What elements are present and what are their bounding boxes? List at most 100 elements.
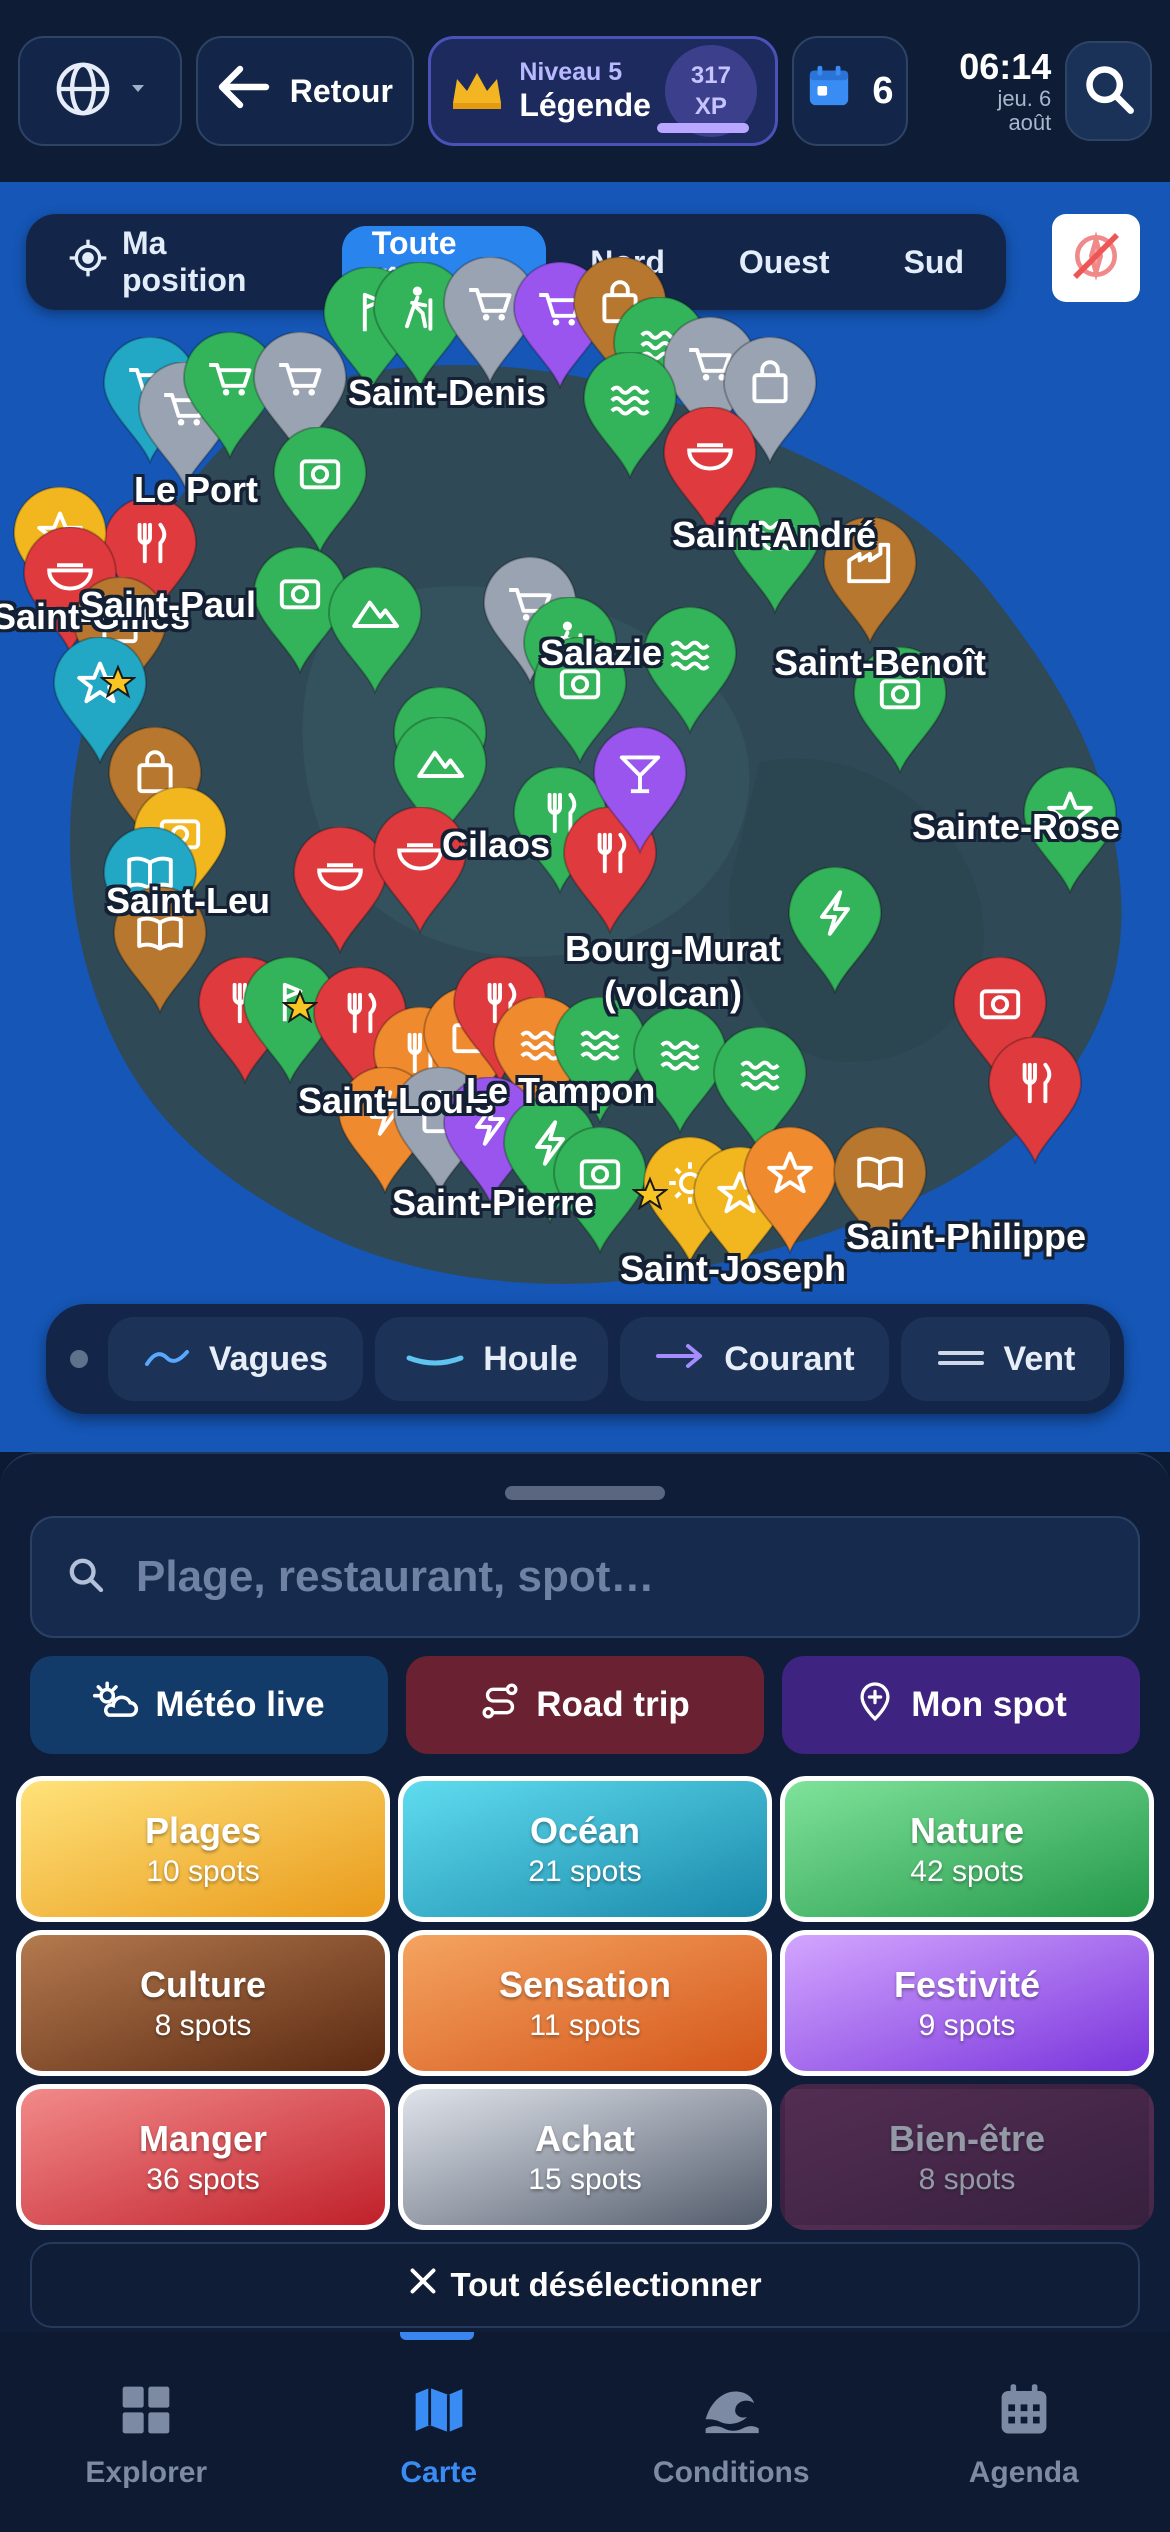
map-pin[interactable]: [785, 867, 885, 997]
city-label: Sainte-Rose: [912, 806, 1121, 847]
compass-off-button[interactable]: [1052, 214, 1140, 302]
action-label: Mon spot: [911, 1685, 1067, 1724]
route-icon: [480, 1681, 520, 1730]
app-root: Retour Niveau 5 Légende 317 XP 6 06:14 j…: [0, 0, 1170, 2532]
search-input[interactable]: [136, 1552, 1104, 1602]
category-count: 11 spots: [529, 2008, 641, 2042]
category-name: Sensation: [498, 1963, 672, 2005]
category-name: Nature: [909, 1809, 1025, 1851]
category-culture[interactable]: Culture 8 spots: [16, 1930, 390, 2076]
map-pin[interactable]: [325, 567, 425, 697]
layer-vent-toggle[interactable]: Vent: [900, 1317, 1110, 1401]
action-label: Météo live: [155, 1685, 325, 1724]
layer-vagues-toggle[interactable]: Vagues: [107, 1317, 363, 1401]
category-nature[interactable]: Nature 42 spots: [780, 1776, 1154, 1922]
xp-value: 317: [690, 61, 731, 89]
active-tab-indicator: [400, 2332, 474, 2340]
chevron-down-icon: [130, 82, 146, 100]
quick-actions: Météo live Road trip Mon spot: [30, 1656, 1140, 1754]
tab-label: Conditions: [652, 2456, 810, 2489]
city-label: Saint-André: [672, 514, 877, 555]
bottom-nav: Explorer Carte Conditions Agenda: [0, 2332, 1170, 2532]
xp-unit: XP: [694, 93, 727, 120]
compass-off-icon: [1068, 228, 1124, 289]
wind-icon: [936, 1340, 986, 1379]
search-icon: [1083, 63, 1135, 120]
category-name: Achat: [534, 2117, 636, 2159]
back-button[interactable]: Retour: [196, 36, 415, 146]
level-label: Niveau 5: [519, 58, 623, 87]
city-label: Saint-Pierre: [392, 1182, 595, 1223]
chip-sud[interactable]: Sud: [874, 226, 994, 298]
tab-agenda[interactable]: Agenda: [878, 2382, 1170, 2490]
chip-ma-position[interactable]: Ma position: [38, 225, 328, 298]
wave-icon: [701, 2382, 761, 2446]
deselect-label: Tout désélectionner: [450, 2266, 762, 2303]
map-pin[interactable]: [590, 727, 690, 857]
map-pin[interactable]: [270, 427, 370, 557]
category-name: Plages: [144, 1809, 262, 1851]
category-name: Bien-être: [888, 2117, 1046, 2159]
layer-indicator-dot: [70, 1350, 88, 1368]
city-label: Saint-Leu: [106, 880, 271, 921]
category-festivite[interactable]: Festivité 9 spots: [780, 1930, 1154, 2076]
category-count: 8 spots: [918, 2162, 1016, 2196]
calendar-button[interactable]: 6: [791, 36, 908, 146]
level-title: Légende: [519, 86, 651, 123]
tab-label: Explorer: [85, 2456, 208, 2489]
calendar-icon: [997, 2382, 1051, 2446]
pin-plus-icon: [855, 1680, 895, 1731]
search-icon: [66, 1555, 106, 1600]
deselect-all-button[interactable]: Tout désélectionner: [30, 2242, 1140, 2328]
layer-houle-toggle[interactable]: Houle: [374, 1317, 608, 1401]
road-trip-button[interactable]: Road trip: [406, 1656, 764, 1754]
category-achat[interactable]: Achat 15 spots: [398, 2084, 772, 2230]
chip-ouest[interactable]: Ouest: [709, 226, 860, 298]
weather-icon: [93, 1681, 139, 1730]
close-icon: [408, 2266, 438, 2304]
category-plages[interactable]: Plages 10 spots: [16, 1776, 390, 1922]
category-name: Culture: [140, 1963, 266, 2005]
top-bar: Retour Niveau 5 Légende 317 XP 6 06:14 j…: [0, 0, 1170, 182]
arrow-left-icon: [218, 64, 270, 118]
layer-courant-toggle[interactable]: Courant: [619, 1317, 889, 1401]
search-bar: [30, 1516, 1140, 1638]
tab-conditions[interactable]: Conditions: [585, 2382, 878, 2490]
city-label: Le Tampon: [466, 1070, 656, 1111]
category-sensation[interactable]: Sensation 11 spots: [398, 1930, 772, 2076]
locate-icon: [68, 238, 108, 286]
back-label: Retour: [289, 72, 393, 109]
city-label: Bourg-Murat (volcan): [565, 928, 781, 1014]
category-count: 9 spots: [918, 2008, 1016, 2042]
chip-label: Ma position: [122, 225, 247, 298]
level-badge[interactable]: Niveau 5 Légende 317 XP: [428, 36, 778, 146]
clock: 06:14 jeu. 6 août: [922, 47, 1051, 135]
city-label: Salazie: [540, 632, 663, 673]
clock-date: jeu. 6: [997, 85, 1052, 111]
chip-label: Ouest: [738, 243, 830, 280]
tab-explorer[interactable]: Explorer: [0, 2382, 293, 2490]
map-view[interactable]: Ma position Toute l'île Nord Ouest Sud S…: [0, 182, 1170, 1452]
map-pin[interactable]: [985, 1037, 1085, 1167]
meteo-live-button[interactable]: Météo live: [30, 1656, 388, 1754]
map-pin[interactable]: [740, 1127, 840, 1257]
map-icon: [411, 2382, 467, 2446]
tab-carte[interactable]: Carte: [293, 2382, 586, 2490]
search-button[interactable]: [1065, 41, 1153, 141]
calendar-icon: [806, 63, 852, 119]
sheet-drag-handle[interactable]: [505, 1486, 665, 1500]
tab-label: Carte: [400, 2456, 478, 2489]
layer-label: Houle: [483, 1339, 578, 1378]
category-bien-etre[interactable]: Bien-être 8 spots: [780, 2084, 1154, 2230]
language-button[interactable]: [18, 36, 183, 146]
city-label: Cilaos: [442, 824, 551, 865]
clock-month: août: [1008, 109, 1052, 135]
city-label: Saint-Philippe: [846, 1216, 1087, 1257]
layer-label: Courant: [724, 1339, 855, 1378]
arrow-right-icon: [654, 1340, 706, 1379]
category-manger[interactable]: Manger 36 spots: [16, 2084, 390, 2230]
chip-label: Sud: [903, 243, 964, 280]
category-count: 21 spots: [528, 1854, 642, 1888]
mon-spot-button[interactable]: Mon spot: [782, 1656, 1140, 1754]
category-ocean[interactable]: Océan 21 spots: [398, 1776, 772, 1922]
